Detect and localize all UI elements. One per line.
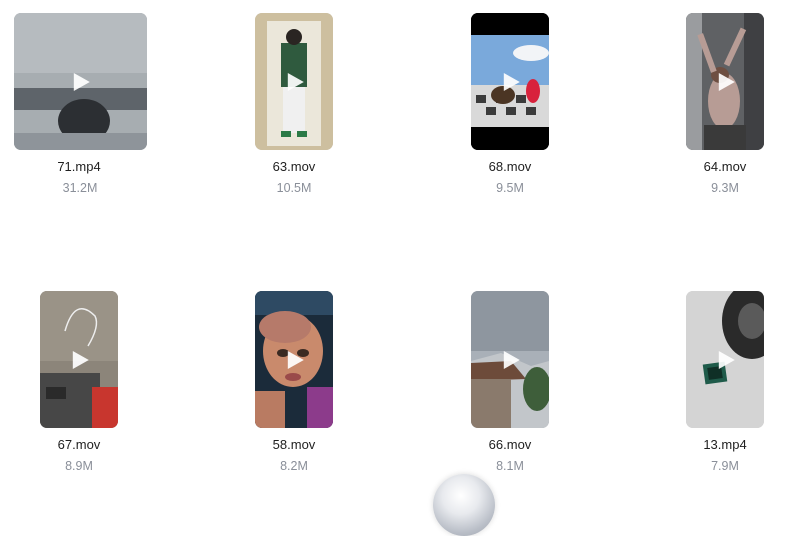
play-icon[interactable]: [72, 350, 90, 370]
file-size: 8.1M: [496, 459, 524, 473]
video-thumbnail[interactable]: [471, 13, 549, 150]
file-tile[interactable]: 64.mov 9.3M: [645, 13, 800, 196]
file-size: 31.2M: [62, 181, 98, 195]
file-size: 9.3M: [711, 181, 739, 195]
file-size: 10.5M: [276, 181, 312, 195]
file-size: 8.9M: [65, 459, 93, 473]
video-thumbnail[interactable]: [13, 13, 147, 150]
file-size: 7.9M: [711, 459, 739, 473]
file-name: 71.mp4: [57, 159, 101, 174]
file-name: 68.mov: [488, 159, 532, 174]
file-tile[interactable]: 66.mov 8.1M: [430, 291, 590, 474]
play-icon[interactable]: [718, 350, 736, 370]
file-name: 63.mov: [272, 159, 316, 174]
play-icon[interactable]: [503, 350, 521, 370]
video-thumbnail[interactable]: [40, 291, 118, 428]
play-icon[interactable]: [287, 350, 305, 370]
file-tile[interactable]: 58.mov 8.2M: [214, 291, 374, 474]
file-name: 13.mp4: [703, 437, 747, 452]
file-tile[interactable]: 63.mov 10.5M: [214, 13, 374, 196]
file-name: 64.mov: [703, 159, 747, 174]
video-thumbnail[interactable]: [255, 13, 333, 150]
play-icon[interactable]: [73, 72, 91, 92]
video-thumbnail[interactable]: [686, 291, 764, 428]
floating-assistant-button[interactable]: [433, 474, 495, 536]
play-icon[interactable]: [287, 72, 305, 92]
video-thumbnail[interactable]: [686, 13, 764, 150]
play-icon[interactable]: [718, 72, 736, 92]
video-thumbnail[interactable]: [471, 291, 549, 428]
file-name: 58.mov: [272, 437, 316, 452]
file-tile[interactable]: 68.mov 9.5M: [430, 13, 590, 196]
file-grid: 71.mp4 31.2M 63.mov 10.5M 68.mov 9.5M 64…: [0, 0, 800, 496]
file-tile[interactable]: 13.mp4 7.9M: [645, 291, 800, 474]
video-thumbnail[interactable]: [255, 291, 333, 428]
file-name: 67.mov: [57, 437, 101, 452]
file-name: 66.mov: [488, 437, 532, 452]
file-size: 9.5M: [496, 181, 524, 195]
file-tile[interactable]: 67.mov 8.9M: [0, 291, 159, 474]
play-icon[interactable]: [503, 72, 521, 92]
file-size: 8.2M: [280, 459, 308, 473]
file-tile[interactable]: 71.mp4 31.2M: [0, 13, 160, 196]
